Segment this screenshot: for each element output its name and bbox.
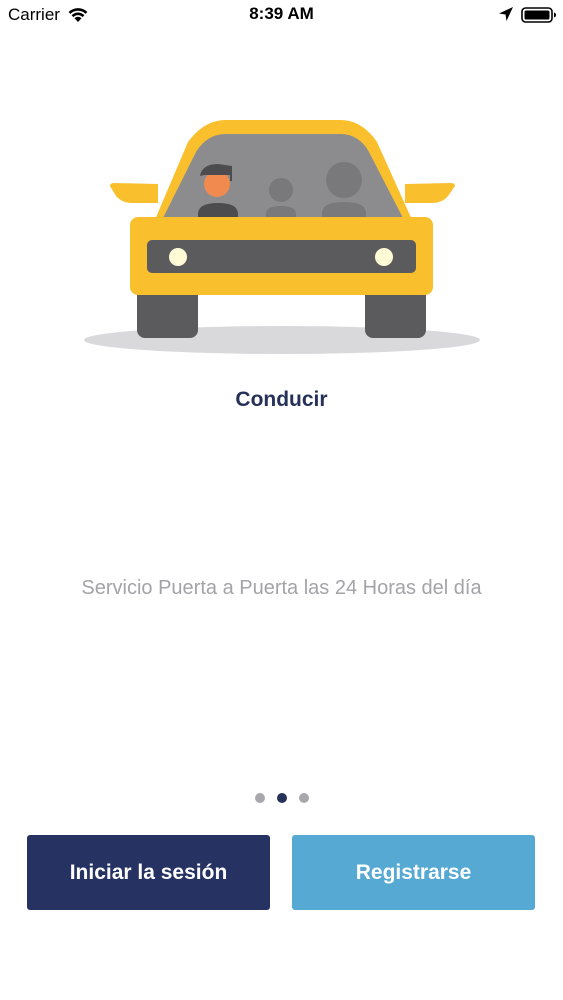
car-illustration	[84, 120, 480, 354]
slide-description: Servicio Puerta a Puerta las 24 Horas de…	[81, 577, 482, 599]
onboarding-screen: Carrier 8:39 AM Conducir Servicio Puerta…	[0, 0, 563, 1000]
page-dot-1[interactable]	[254, 793, 265, 803]
slide-title: Conducir	[235, 388, 328, 411]
page-dot-2-active[interactable]	[276, 793, 287, 803]
location-arrow-icon	[499, 7, 513, 21]
register-button[interactable]: Registrarse	[292, 835, 535, 910]
clock: 8:39 AM	[249, 4, 314, 23]
page-indicator[interactable]	[0, 793, 563, 805]
status-bar: Carrier 8:39 AM	[0, 0, 563, 30]
login-button[interactable]: Iniciar la sesión	[27, 835, 270, 910]
page-dot-3[interactable]	[298, 793, 309, 803]
battery-icon	[521, 7, 556, 23]
